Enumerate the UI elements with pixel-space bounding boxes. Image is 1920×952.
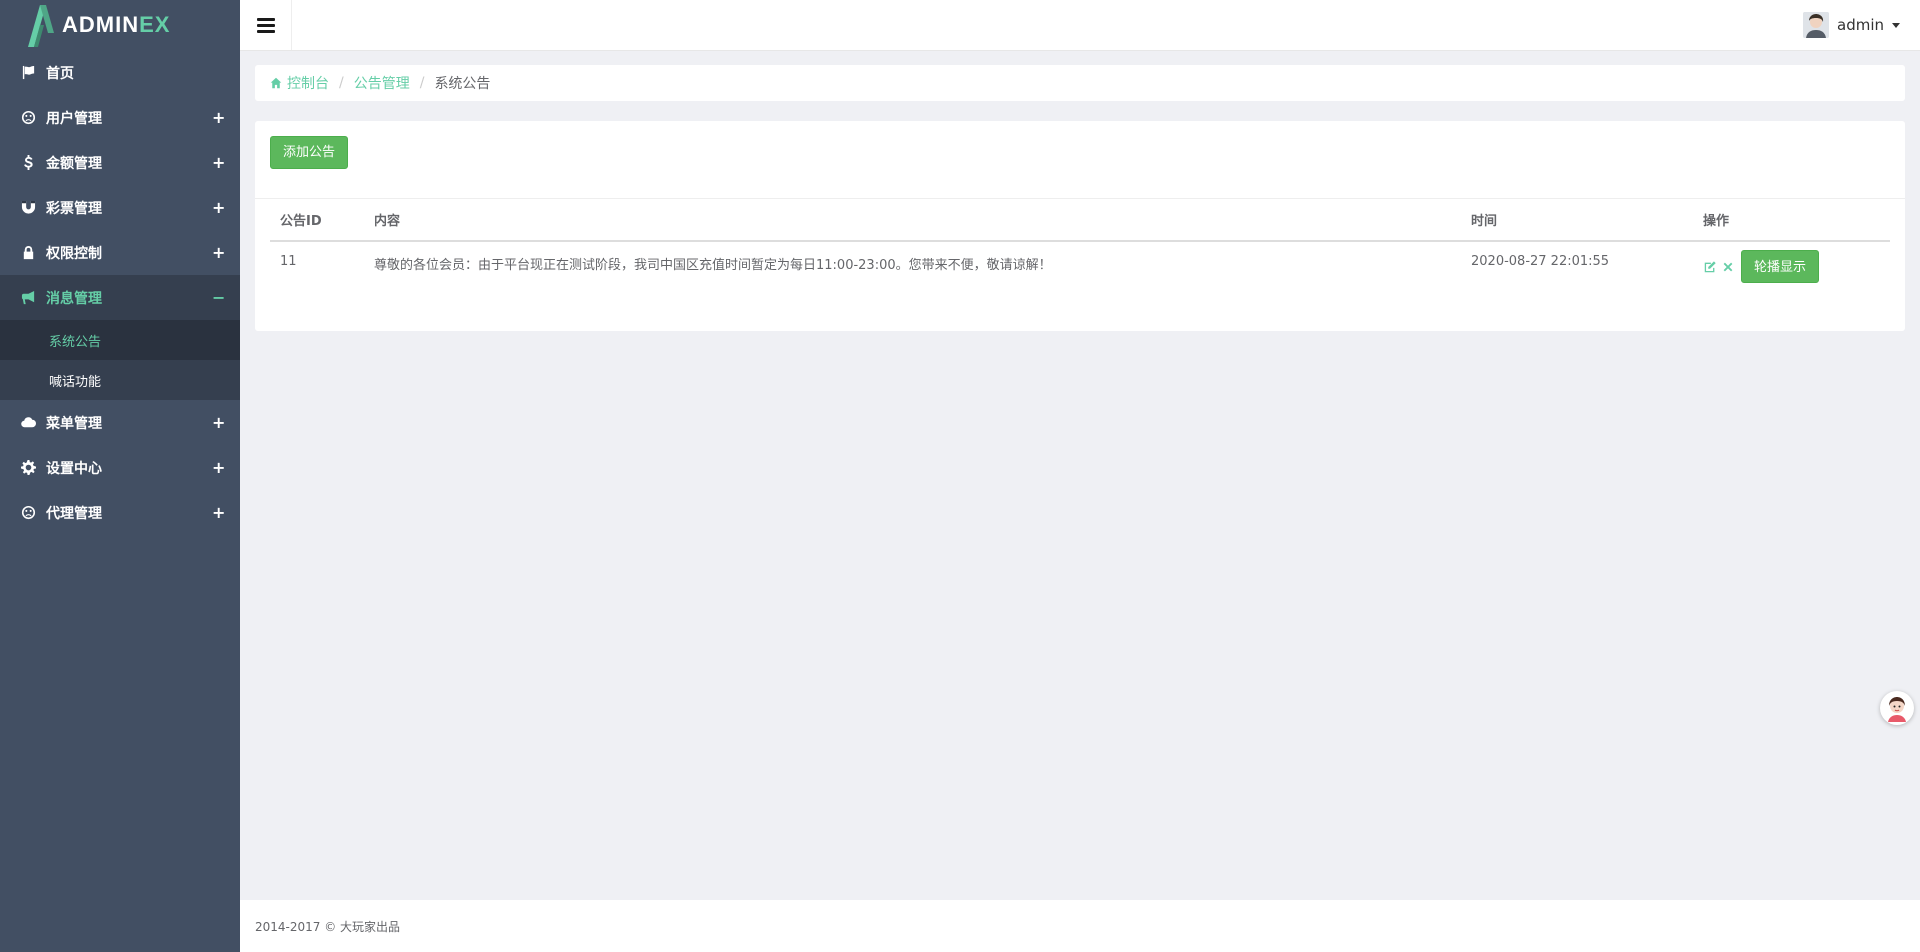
support-avatar-icon	[1888, 697, 1906, 722]
sidebar-nav: 首页 用户管理 + 金额管理 + 彩票管理 + 权限控制 + 消息管理 −	[0, 50, 240, 320]
column-header-actions: 操作	[1693, 199, 1890, 242]
sidebar-item-home[interactable]: 首页	[0, 50, 240, 95]
logo-icon	[28, 5, 54, 47]
column-header-content: 内容	[364, 199, 1461, 242]
lock-icon	[20, 245, 36, 261]
brand-logo[interactable]: ADMINEX	[0, 0, 240, 50]
collapse-icon: −	[212, 288, 226, 307]
cell-actions: 轮播显示	[1693, 241, 1890, 297]
hamburger-icon	[256, 15, 275, 36]
sidebar-toggle-button[interactable]	[240, 0, 292, 50]
expand-icon: +	[212, 108, 226, 127]
carousel-display-button[interactable]: 轮播显示	[1741, 250, 1820, 283]
flag-icon	[20, 65, 36, 81]
breadcrumb-separator: /	[419, 75, 425, 91]
cell-id: 11	[280, 254, 297, 269]
bullhorn-icon	[20, 290, 36, 306]
sidebar-item-lottery[interactable]: 彩票管理 +	[0, 185, 240, 230]
delete-icon[interactable]	[1721, 260, 1735, 274]
breadcrumb-home[interactable]: 控制台	[270, 73, 329, 93]
cell-content: 尊敬的各位会员：由于平台现正在测试阶段，我司中国区充值时间暂定为每日11:00-…	[374, 258, 1052, 273]
panel-toolbar: 添加公告	[255, 121, 1905, 199]
dollar-icon	[20, 155, 36, 171]
column-header-id: 公告ID	[270, 199, 364, 242]
edit-icon[interactable]	[1703, 260, 1717, 274]
sidebar-item-agents[interactable]: 代理管理 +	[0, 490, 240, 535]
sidebar-item-money[interactable]: 金额管理 +	[0, 140, 240, 185]
floating-chat-avatar[interactable]	[1880, 691, 1914, 725]
sidebar-item-settings[interactable]: 设置中心 +	[0, 445, 240, 490]
gear-icon	[20, 460, 36, 476]
home-icon	[270, 77, 282, 89]
magnet-icon	[20, 200, 36, 216]
table-row: 11 尊敬的各位会员：由于平台现正在测试阶段，我司中国区充值时间暂定为每日11:…	[270, 241, 1890, 297]
sidebar-item-permissions[interactable]: 权限控制 +	[0, 230, 240, 275]
expand-icon: +	[212, 198, 226, 217]
footer: 2014-2017 © 大玩家出品	[240, 900, 1920, 952]
expand-icon: +	[212, 503, 226, 522]
sidebar-submenu: 系统公告 喊话功能	[0, 320, 240, 400]
frown-icon	[20, 505, 36, 521]
sidebar-subitem-announcements[interactable]: 系统公告	[0, 320, 240, 360]
table-header-row: 公告ID 内容 时间 操作	[270, 199, 1890, 242]
breadcrumb-announcements[interactable]: 公告管理	[354, 73, 410, 93]
breadcrumb: 控制台 / 公告管理 / 系统公告	[255, 65, 1905, 101]
avatar	[1803, 12, 1829, 38]
sidebar-item-messages[interactable]: 消息管理 −	[0, 275, 240, 320]
footer-copyright: 2014-2017 © 大玩家出品	[255, 919, 401, 934]
user-menu[interactable]: admin	[1803, 0, 1900, 50]
caret-down-icon	[1892, 22, 1900, 28]
sidebar-item-users[interactable]: 用户管理 +	[0, 95, 240, 140]
add-announcement-button[interactable]: 添加公告	[270, 136, 349, 169]
cloud-icon	[20, 415, 36, 431]
announcement-panel: 添加公告 公告ID 内容 时间 操作 11 尊敬的各位会员：由于平台现正在测试阶…	[255, 121, 1905, 331]
expand-icon: +	[212, 413, 226, 432]
sidebar-item-menu[interactable]: 菜单管理 +	[0, 400, 240, 445]
expand-icon: +	[212, 458, 226, 477]
sidebar-nav-lower: 菜单管理 + 设置中心 + 代理管理 +	[0, 400, 240, 535]
top-header: admin	[240, 0, 1920, 51]
expand-icon: +	[212, 153, 226, 172]
brand-name: ADMINEX	[62, 12, 171, 37]
breadcrumb-current: 系统公告	[434, 76, 491, 92]
expand-icon: +	[212, 243, 226, 262]
sidebar-subitem-broadcast[interactable]: 喊话功能	[0, 360, 240, 400]
sidebar: ADMINEX 首页 用户管理 + 金额管理 + 彩票管理 + 权限控制 + 消…	[0, 0, 240, 952]
announcement-table: 公告ID 内容 时间 操作 11 尊敬的各位会员：由于平台现正在测试阶段，我司中…	[270, 199, 1890, 297]
column-header-time: 时间	[1461, 199, 1693, 242]
cell-time: 2020-08-27 22:01:55	[1471, 254, 1610, 269]
breadcrumb-separator: /	[339, 75, 344, 91]
frown-icon	[20, 110, 36, 126]
user-name: admin	[1837, 16, 1884, 34]
